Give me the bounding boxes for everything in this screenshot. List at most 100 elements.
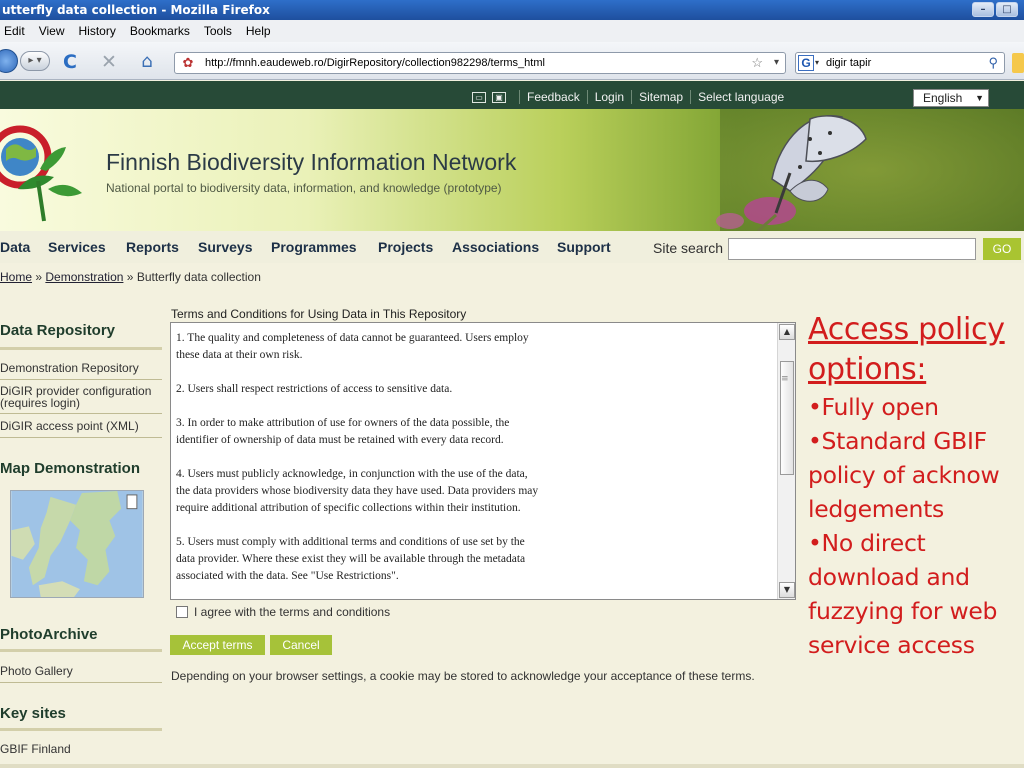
nav-services[interactable]: Services	[48, 239, 106, 255]
stop-icon[interactable]: ✕	[98, 51, 120, 73]
page-bottom-rule	[0, 764, 1024, 768]
window-titlebar: utterfly data collection - Mozilla Firef…	[0, 0, 1024, 20]
terms-text: 1. The quality and completeness of data …	[176, 330, 776, 599]
url-text: http://fmnh.eaudeweb.ro/DigirRepository/…	[205, 57, 545, 69]
feedback-link[interactable]: Feedback	[527, 90, 580, 104]
nav-projects[interactable]: Projects	[378, 239, 433, 255]
agree-checkbox[interactable]	[176, 606, 188, 618]
annotation-line: ledgements	[808, 495, 944, 523]
terms-paragraph: 3. In order to make attribution of use f…	[176, 417, 510, 446]
scroll-grip-icon: ≡	[781, 374, 789, 384]
terms-scrollbar[interactable]: ▲ ≡ ▼	[777, 323, 795, 599]
key-sites-heading: Key sites	[0, 705, 66, 722]
breadcrumb-home-link[interactable]: Home	[0, 270, 32, 284]
chevron-down-icon: ▼	[975, 93, 984, 103]
annotation-line: •No direct	[808, 529, 926, 557]
browser-search-input[interactable]: digir tapir	[826, 53, 871, 73]
site-subtitle: National portal to biodiversity data, in…	[106, 181, 502, 195]
minimize-button[interactable]: –	[972, 2, 994, 17]
search-icon[interactable]: ⚲	[988, 53, 998, 73]
terms-textarea[interactable]: 1. The quality and completeness of data …	[170, 322, 796, 600]
print-icon[interactable]: ▭	[472, 91, 486, 103]
access-policy-annotation: Access policy options: •Fully open •Stan…	[808, 310, 1024, 662]
search-engine-dropdown-icon[interactable]: ▾	[815, 53, 819, 73]
photoarchive-heading: PhotoArchive	[0, 626, 98, 643]
terms-paragraph: 2. Users shall respect restrictions of a…	[176, 383, 453, 395]
breadcrumb-demonstration-link[interactable]: Demonstration	[45, 270, 123, 284]
butterfly-photo	[716, 109, 1024, 231]
nav-reports[interactable]: Reports	[126, 239, 179, 255]
menu-help[interactable]: Help	[246, 20, 271, 42]
annotation-line: •Fully open	[808, 393, 939, 421]
menu-bar: Edit View History Bookmarks Tools Help	[0, 20, 1024, 42]
nav-data[interactable]: Data	[0, 239, 30, 255]
screen-icon[interactable]: ▣	[492, 91, 506, 103]
back-button[interactable]	[0, 49, 18, 73]
menu-edit[interactable]: Edit	[4, 20, 25, 42]
finbif-logo-icon[interactable]	[0, 119, 98, 223]
navigation-toolbar: ▸ ▾ C ✕ ⌂ ✿ http://fmnh.eaudeweb.ro/Digi…	[0, 42, 1024, 80]
scroll-up-icon[interactable]: ▲	[779, 324, 795, 340]
annotation-line: policy of acknow	[808, 461, 1000, 489]
annotation-title-line: Access policy	[808, 312, 1005, 347]
home-icon[interactable]: ⌂	[136, 51, 158, 73]
breadcrumb-separator: »	[35, 270, 43, 284]
accept-terms-button[interactable]: Accept terms	[170, 635, 265, 655]
site-search-input[interactable]	[728, 238, 976, 260]
cancel-button[interactable]: Cancel	[270, 635, 332, 655]
terms-paragraph: 4. Users must publicly acknowledge, in c…	[176, 468, 539, 514]
bookmark-star-icon[interactable]: ☆	[751, 53, 763, 73]
window-title: utterfly data collection - Mozilla Firef…	[2, 3, 270, 17]
scroll-down-icon[interactable]: ▼	[779, 582, 795, 598]
map-thumbnail[interactable]	[10, 490, 144, 598]
menu-bookmarks[interactable]: Bookmarks	[130, 20, 190, 42]
forward-button[interactable]: ▸ ▾	[20, 51, 50, 71]
menu-tools[interactable]: Tools	[204, 20, 232, 42]
nav-surveys[interactable]: Surveys	[198, 239, 252, 255]
site-favicon-icon: ✿	[182, 55, 194, 70]
agree-label[interactable]: I agree with the terms and conditions	[194, 605, 390, 619]
maximize-button[interactable]: □	[996, 2, 1018, 17]
sidebar-link-demonstration-repository[interactable]: Demonstration Repository	[0, 362, 139, 374]
data-repository-heading: Data Repository	[0, 322, 116, 339]
nav-support[interactable]: Support	[557, 239, 611, 255]
annotation-line: download and	[808, 563, 970, 591]
browser-search-bar[interactable]: G ▾ digir tapir ⚲	[795, 52, 1005, 74]
site-banner: Finnish Biodiversity Information Network…	[0, 109, 1024, 231]
annotation-line: •Standard GBIF	[808, 427, 987, 455]
reload-icon[interactable]: C	[59, 51, 81, 73]
annotation-line: fuzzying for web	[808, 597, 998, 625]
site-search-label: Site search	[653, 240, 724, 256]
breadcrumb-separator: »	[126, 270, 134, 284]
annotation-title-line: options:	[808, 352, 927, 387]
url-bar[interactable]: ✿ http://fmnh.eaudeweb.ro/DigirRepositor…	[174, 52, 786, 74]
annotation-line: service access	[808, 631, 975, 659]
map-demonstration-heading: Map Demonstration	[0, 460, 141, 477]
agree-row: I agree with the terms and conditions	[176, 605, 390, 619]
site-title[interactable]: Finnish Biodiversity Information Network	[106, 149, 516, 176]
go-button[interactable]: GO	[983, 238, 1021, 260]
google-icon[interactable]: G	[798, 55, 814, 71]
sidebar-link-photo-gallery[interactable]: Photo Gallery	[0, 665, 73, 677]
login-link[interactable]: Login	[595, 90, 624, 104]
sidebar-link-gbif-finland[interactable]: GBIF Finland	[0, 743, 71, 755]
terms-paragraph: 5. Users must comply with additional ter…	[176, 536, 526, 582]
terms-paragraph: 1. The quality and completeness of data …	[176, 332, 529, 361]
terms-caption: Terms and Conditions for Using Data in T…	[171, 307, 467, 321]
breadcrumb: Home » Demonstration » Butterfly data co…	[0, 270, 261, 284]
breadcrumb-current: Butterfly data collection	[136, 270, 261, 284]
cookie-note: Depending on your browser settings, a co…	[171, 669, 755, 683]
nav-associations[interactable]: Associations	[452, 239, 539, 255]
nav-programmes[interactable]: Programmes	[271, 239, 357, 255]
select-language-label: Select language	[698, 90, 785, 104]
language-value: English	[923, 91, 963, 105]
sitemap-link[interactable]: Sitemap	[639, 90, 683, 104]
site-top-bar: ▭ ▣ Feedback Login Sitemap Select langua…	[0, 81, 1024, 109]
menu-view[interactable]: View	[39, 20, 65, 42]
menu-history[interactable]: History	[78, 20, 115, 42]
sidebar-link-digir-provider-configuration[interactable]: DiGIR provider configuration (requires l…	[0, 385, 162, 409]
sidebar-link-digir-access-point[interactable]: DiGIR access point (XML)	[0, 420, 139, 432]
language-select[interactable]: English ▼	[913, 89, 989, 107]
toolbar-addon-icon[interactable]	[1012, 53, 1024, 73]
url-dropdown-icon[interactable]: ▾	[774, 53, 779, 73]
